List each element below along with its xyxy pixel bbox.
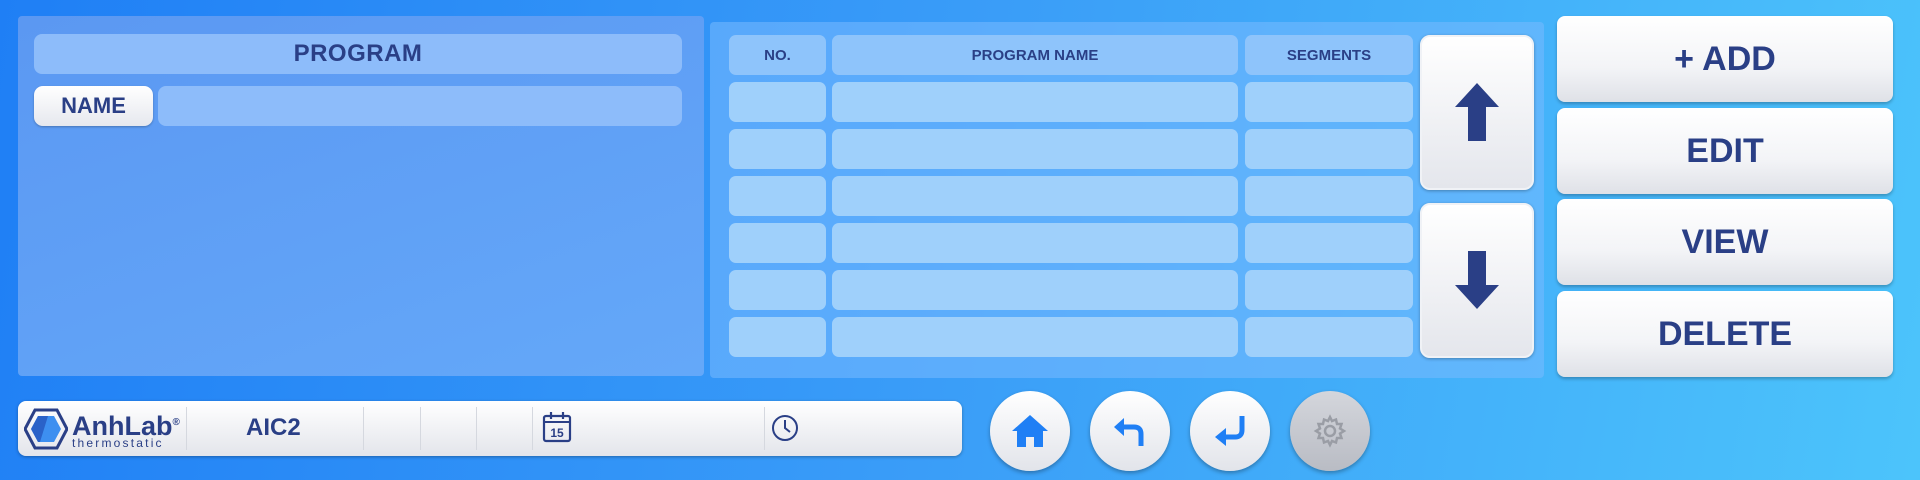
program-name-field[interactable] [158,86,682,126]
cell-segments[interactable] [1245,223,1413,263]
cell-segments[interactable] [1245,270,1413,310]
arrow-down-icon [1455,250,1499,309]
enter-arrow-icon [1215,416,1245,446]
calendar-day: 15 [550,426,564,440]
device-name: AIC2 [246,414,301,441]
cell-program-name[interactable] [832,176,1238,216]
column-header: PROGRAM NAME [832,35,1238,75]
cell-no[interactable] [729,223,826,263]
cell-program-name[interactable] [832,129,1238,169]
cell-program-name[interactable] [832,82,1238,122]
logo-icon [24,408,68,450]
enter-button[interactable] [1190,391,1270,471]
cell-no[interactable] [729,317,826,357]
back-button[interactable] [1090,391,1170,471]
cell-segments[interactable] [1245,317,1413,357]
gear-icon [1313,414,1347,448]
cell-program-name[interactable] [832,270,1238,310]
cell-no[interactable] [729,129,826,169]
arrow-up-icon [1455,82,1499,141]
cell-segments[interactable] [1245,129,1413,169]
logo-tagline: thermostatic [72,436,164,450]
back-arrow-icon [1114,418,1144,446]
settings-button[interactable] [1290,391,1370,471]
home-icon [1012,415,1048,447]
cell-no[interactable] [729,176,826,216]
delete-button[interactable]: DELETE [1557,291,1893,377]
add-button[interactable]: + ADD [1557,16,1893,102]
cell-segments[interactable] [1245,82,1413,122]
edit-button[interactable]: EDIT [1557,108,1893,194]
cell-no[interactable] [729,82,826,122]
cell-no[interactable] [729,270,826,310]
name-label: NAME [34,86,153,126]
clock-icon [772,415,798,441]
home-button[interactable] [990,391,1070,471]
column-header: SEGMENTS [1245,35,1413,75]
view-button[interactable]: VIEW [1557,199,1893,285]
scroll-down-button[interactable] [1420,203,1534,358]
program-panel-title: PROGRAM [34,34,682,74]
logo-registered-mark: ® [172,417,180,428]
cell-segments[interactable] [1245,176,1413,216]
scroll-up-button[interactable] [1420,35,1534,190]
cell-program-name[interactable] [832,223,1238,263]
calendar-icon: 15 [542,412,572,443]
cell-program-name[interactable] [832,317,1238,357]
column-header: NO. [729,35,826,75]
